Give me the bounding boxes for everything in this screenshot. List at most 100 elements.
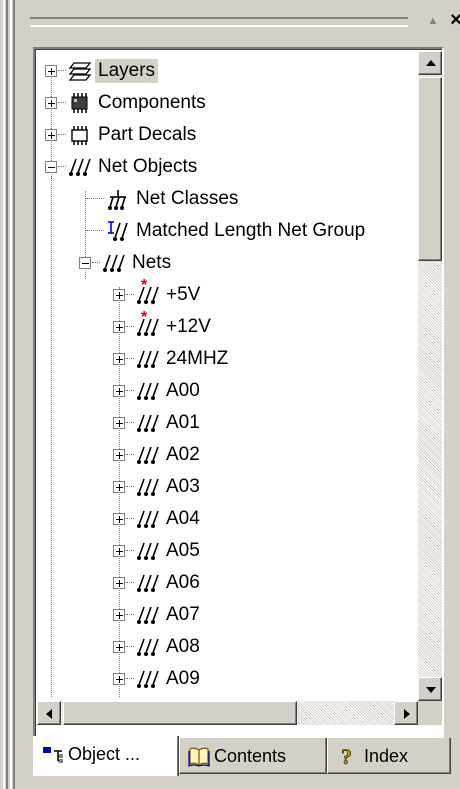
tree-node-label: Layers [95, 59, 159, 83]
tree-node-matched-length[interactable]: Matched Length Net Group [37, 215, 418, 247]
tree-node-label: A02 [166, 444, 200, 465]
tab-label: Contents [214, 746, 287, 766]
net-list-item[interactable]: * +5V [37, 277, 418, 311]
expand-toggle[interactable] [113, 545, 125, 557]
net-icon [67, 155, 93, 179]
tree-node-label: +12V [166, 316, 211, 337]
power-marker-icon: * [141, 309, 148, 326]
expand-toggle[interactable] [113, 577, 125, 589]
horizontal-scrollbar[interactable] [37, 701, 418, 725]
tab-index[interactable]: ? Index [327, 738, 451, 774]
tree-node-label: A04 [166, 508, 200, 529]
expand-toggle[interactable] [45, 65, 57, 77]
components-icon [67, 91, 93, 115]
tree-node-label: A00 [166, 380, 200, 401]
expand-toggle[interactable] [113, 449, 125, 461]
close-button[interactable]: × [446, 10, 460, 30]
net-icon [101, 251, 127, 275]
net-list-item[interactable]: A09 [37, 663, 418, 695]
horizontal-scroll-thumb[interactable] [63, 701, 297, 725]
net-classes-icon [105, 187, 131, 211]
net-icon [135, 379, 161, 403]
tree-node-layers[interactable]: Layers [37, 55, 418, 87]
net-list-item[interactable]: 24MHZ [37, 343, 418, 375]
expand-toggle[interactable] [45, 129, 57, 141]
expand-toggle[interactable] [113, 417, 125, 429]
net-icon [135, 507, 161, 531]
net-list-item[interactable]: A02 [37, 439, 418, 471]
net-list-item[interactable]: A05 [37, 535, 418, 567]
tree-node-label: A09 [166, 668, 200, 689]
net-icon [135, 443, 161, 467]
net-list-item[interactable]: * +12V [37, 309, 418, 343]
project-explorer-tree: Layers Components Part Decals Net Object… [33, 47, 444, 738]
svg-text:?: ? [341, 745, 352, 767]
tree-node-label: A03 [166, 476, 200, 497]
tab-label: Object ... [68, 744, 141, 764]
expand-toggle[interactable] [113, 289, 125, 301]
collapse-up-button[interactable]: ▲ [423, 12, 443, 30]
expand-toggle[interactable] [113, 481, 125, 493]
vertical-scrollbar[interactable] [418, 51, 442, 701]
matched-length-icon [105, 219, 131, 243]
power-net-icon [135, 315, 161, 339]
tree-node-label: A05 [166, 540, 200, 561]
tree-node-label: 24MHZ [166, 348, 229, 369]
dock-splitter[interactable] [0, 0, 18, 789]
expand-toggle[interactable] [113, 609, 125, 621]
tree-node-label: A07 [166, 604, 200, 625]
tab-label: Index [364, 746, 409, 766]
scroll-right-button[interactable] [394, 701, 418, 725]
expand-toggle[interactable] [45, 97, 57, 109]
tree-node-label: A08 [166, 636, 200, 657]
scroll-left-button[interactable] [37, 701, 61, 725]
net-icon [135, 603, 161, 627]
net-icon [135, 539, 161, 563]
object-view-icon [42, 743, 64, 765]
tree-node-nets[interactable]: Nets [37, 247, 418, 279]
scroll-thumb[interactable] [418, 77, 442, 261]
collapse-toggle[interactable] [79, 257, 91, 269]
book-icon [188, 745, 210, 767]
expand-toggle[interactable] [113, 641, 125, 653]
expand-toggle[interactable] [113, 321, 125, 333]
tree-node-label: +5V [166, 284, 201, 305]
net-list-item[interactable]: A01 [37, 407, 418, 439]
net-list-item[interactable]: A00 [37, 375, 418, 407]
net-list-item[interactable]: A08 [37, 631, 418, 663]
net-list-item[interactable]: A03 [37, 471, 418, 503]
tree-node-label: A01 [166, 412, 200, 433]
tree-node-label: Net Objects [98, 156, 198, 177]
help-question-icon: ? [336, 744, 358, 770]
scroll-up-button[interactable] [418, 51, 442, 75]
scroll-down-button[interactable] [418, 677, 442, 701]
net-icon [135, 571, 161, 595]
net-list-item[interactable]: A07 [37, 599, 418, 631]
tree-node-label: Matched Length Net Group [136, 220, 366, 241]
expand-toggle[interactable] [113, 353, 125, 365]
net-icon [135, 635, 161, 659]
tree-node-label: Nets [132, 252, 172, 273]
tree-node-net-classes[interactable]: Net Classes [37, 183, 418, 215]
panel-grip[interactable] [30, 17, 408, 27]
net-list-item[interactable]: A04 [37, 503, 418, 535]
tree-node-part-decals[interactable]: Part Decals [37, 119, 418, 151]
tree-area[interactable]: Layers Components Part Decals Net Object… [37, 51, 418, 701]
net-icon [135, 475, 161, 499]
power-net-icon [135, 283, 161, 307]
expand-toggle[interactable] [113, 673, 125, 685]
power-marker-icon: * [141, 277, 148, 294]
tree-node-label: Net Classes [136, 188, 239, 209]
tab-contents[interactable]: Contents [179, 738, 327, 774]
panel-title-bar[interactable]: ▲ × [18, 0, 460, 40]
tree-node-label: Part Decals [98, 124, 197, 145]
tree-node-net-objects[interactable]: Net Objects [37, 151, 418, 183]
collapse-toggle[interactable] [45, 161, 57, 173]
net-list-item[interactable]: A06 [37, 567, 418, 599]
tree-node-components[interactable]: Components [37, 87, 418, 119]
tab-object-view[interactable]: Object ... [33, 736, 179, 776]
scrollbar-corner [418, 701, 442, 725]
expand-toggle[interactable] [113, 513, 125, 525]
layers-icon [67, 59, 93, 83]
expand-toggle[interactable] [113, 385, 125, 397]
